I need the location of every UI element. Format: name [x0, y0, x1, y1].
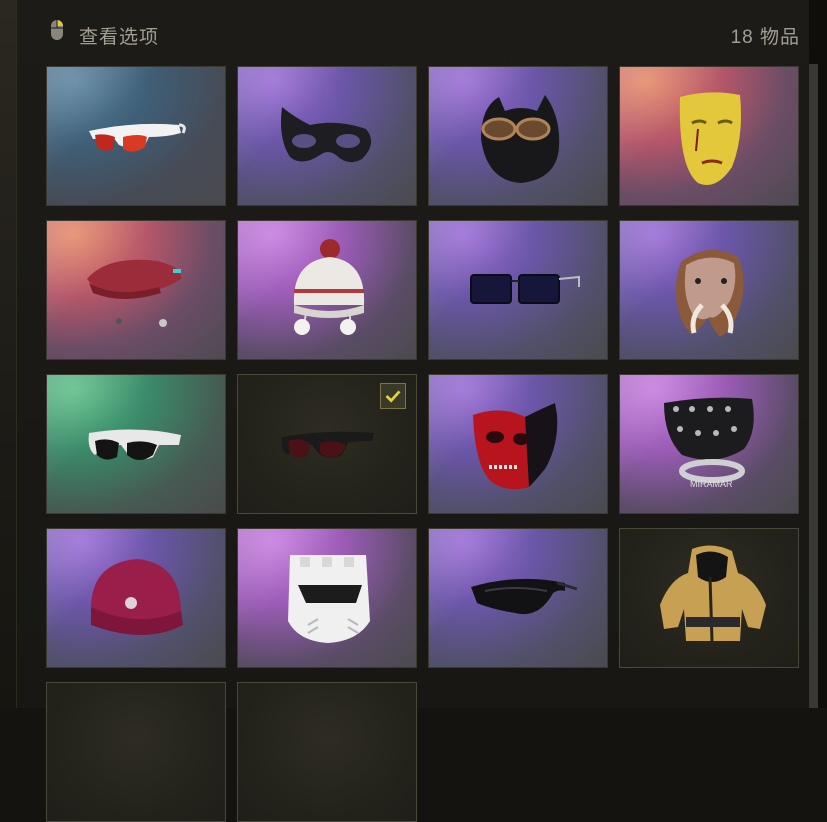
item-tile-spiked-mask-miramar[interactable]: MIRAMAR [619, 374, 799, 514]
item-tile-magenta-beanie[interactable] [46, 528, 226, 668]
item-tile-knit-pompom-hat[interactable] [237, 220, 417, 360]
face-mask-icon [679, 92, 741, 185]
checkmark-icon [385, 390, 401, 403]
item-tile-black-visor-glasses[interactable] [428, 528, 608, 668]
item-tile-dark-red-sunglasses[interactable] [237, 374, 417, 514]
jacket-icon [660, 545, 766, 642]
spiked-mask-icon: MIRAMAR [664, 397, 754, 489]
selected-checkbox[interactable] [380, 383, 406, 409]
skull-mask-icon [473, 403, 558, 490]
pompom-hat-icon [293, 239, 365, 335]
item-tile-yellow-face-mask[interactable] [619, 66, 799, 206]
mammoth-mask-icon [676, 249, 744, 337]
sunglasses-icon [89, 123, 186, 152]
item-tile-white-armor-helmet[interactable] [237, 528, 417, 668]
beanie-icon [91, 559, 183, 635]
item-tile-red-skull-half-mask[interactable] [428, 374, 608, 514]
item-tile-red-beret-with-earrings[interactable] [46, 220, 226, 360]
item-tile-black-eye-mask[interactable] [237, 66, 417, 206]
item-tile-hooded-jacket[interactable] [619, 528, 799, 668]
item-tile-cat-ear-goggles-beanie[interactable] [428, 66, 608, 206]
item-tile-red-sunglasses[interactable] [46, 66, 226, 206]
square-sunglasses-icon [470, 274, 580, 304]
item-tile-mammoth-mask[interactable] [619, 220, 799, 360]
item-tile-white-sport-sunglasses[interactable] [46, 374, 226, 514]
beret-icon [87, 259, 182, 327]
item-tile-blue-square-sunglasses[interactable] [428, 220, 608, 360]
item-tile-18[interactable] [237, 682, 417, 822]
miramar-label: MIRAMAR [690, 479, 733, 489]
visor-glasses-icon [471, 578, 578, 615]
item-tile-17[interactable] [46, 682, 226, 822]
cat-beanie-icon [481, 95, 560, 183]
armor-helmet-icon [288, 555, 370, 643]
sport-sunglasses-icon [88, 429, 181, 460]
eye-mask-icon [281, 107, 372, 163]
item-grid: MIRAMAR [0, 0, 827, 822]
